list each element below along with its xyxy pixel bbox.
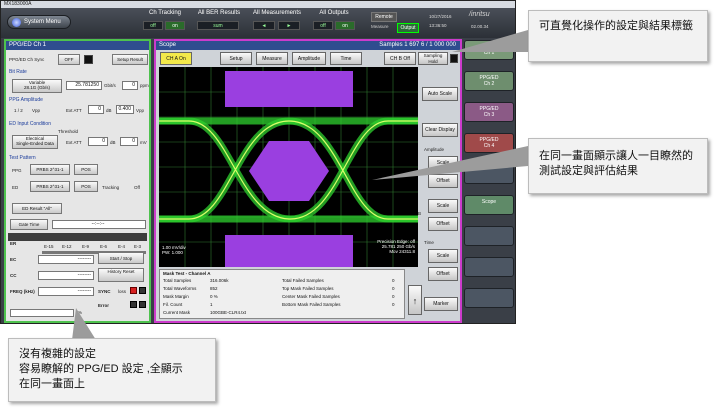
callout-leader-top (452, 30, 528, 52)
callout-leader-bottom (72, 308, 96, 340)
callout-leader-middle (372, 146, 528, 180)
callout-bottom-left: 沒有複雜的設定 容易瞭解的 PPG/ED 設定 ,全顯示 在同一畫面上 (8, 338, 216, 402)
callout-top-right: 可直覺化操作的設定與結果標籤 (528, 10, 708, 62)
callout-middle-right: 在同一畫面顯示讓人一目瞭然的測試設定與評估結果 (528, 138, 708, 194)
